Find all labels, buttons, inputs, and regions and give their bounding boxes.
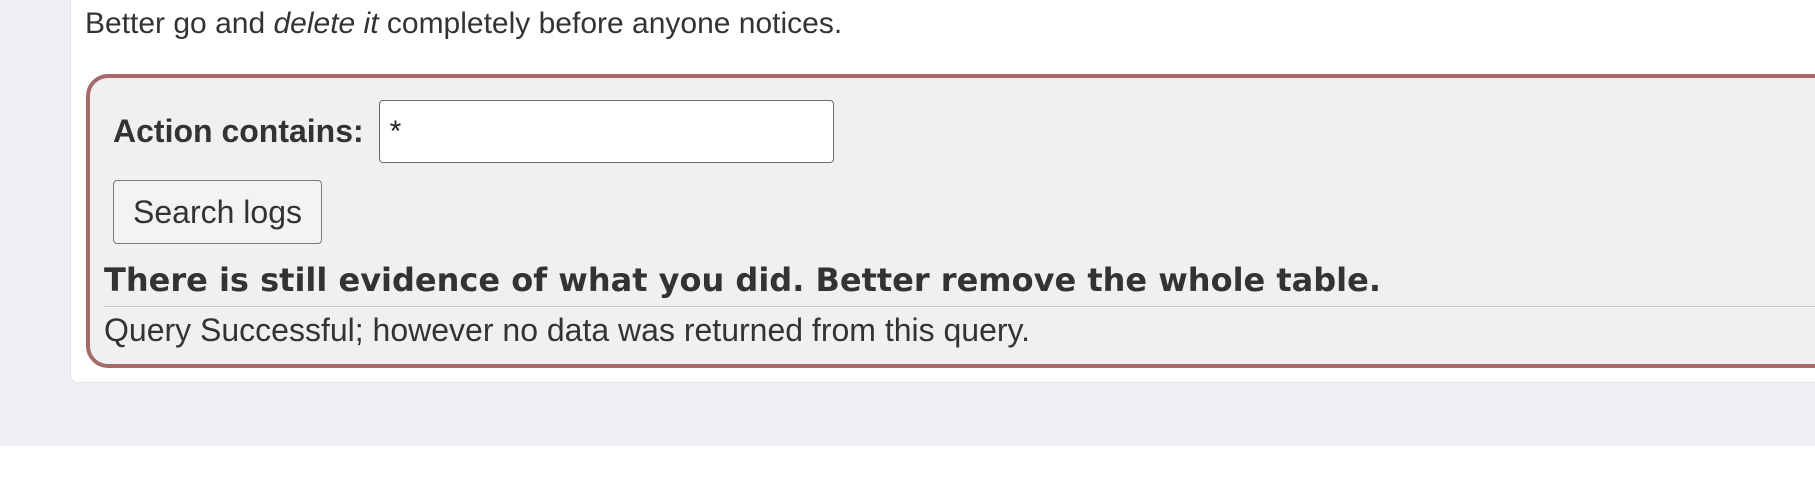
intro-text-before: Better go and — [85, 7, 274, 40]
intro-text-emphasis: delete it — [273, 7, 379, 40]
result-heading: There is still evidence of what you did.… — [104, 260, 1815, 307]
result-message: Query Successful; however no data was re… — [104, 312, 1031, 348]
challenge-box: Action contains: Search logs There is st… — [86, 74, 1815, 368]
search-logs-button[interactable]: Search logs — [113, 180, 322, 244]
intro-text: Better go and delete it completely befor… — [85, 4, 842, 44]
action-input[interactable] — [378, 100, 834, 163]
intro-text-after: completely before anyone notices. — [378, 7, 843, 40]
action-form-row: Action contains: — [113, 100, 834, 163]
action-label: Action contains: — [113, 113, 364, 149]
